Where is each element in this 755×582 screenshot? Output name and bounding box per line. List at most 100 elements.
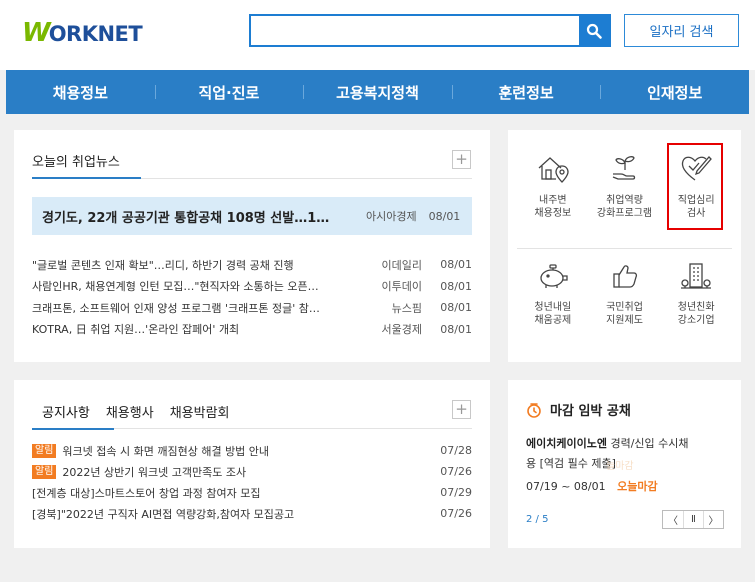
quick-menu-psych-test[interactable]: 직업심리 검사 [660,142,732,248]
news-source: 이투데이 [381,280,422,294]
tab-recruit-events[interactable]: 채용행사 [106,402,154,421]
search-button[interactable] [579,16,609,45]
news-date: 08/01 [440,279,472,293]
headline-source: 아시아경제 [366,210,417,223]
nav-item-jobs[interactable]: 채용정보 [6,82,155,103]
search-input[interactable] [251,16,581,45]
news-source: 이데일리 [381,258,422,272]
site-header: W ORKNET 일자리 검색 [0,0,755,70]
news-source: 서울경제 [381,323,422,337]
next-button[interactable]: 〉 [703,511,723,528]
heart-check-pencil-icon [682,156,713,181]
quick-menu-label: 청년내일 채움공제 [534,302,572,326]
deadline-page-indicator: 2 / 5 [526,514,549,525]
deadline-status: 오늘마감 [617,480,658,493]
notice-panel: 공지사항 채용행사 채용박람회 + 알림 워크넷 접속 시 화면 깨짐현상 해결… [14,380,490,548]
notice-title: 2022년 상반기 워크넷 고객만족도 조사 [62,465,247,479]
worknet-logo[interactable]: W ORKNET [22,18,143,48]
building-icon [681,263,712,289]
deadline-dates: 07/19 ~ 08/01 [526,480,606,493]
quick-menu-grid: 내주변 채용정보 취업역량 강화프로그램 직업심리 검사 청년내일 채움공제 국… [517,142,732,354]
news-list: "글로벌 콘텐츠 인재 확보"…리디, 하반기 경력 공채 진행 이데일리 08… [32,254,472,340]
news-title: "글로벌 콘텐츠 인재 확보"…리디, 하반기 경력 공채 진행 [32,258,294,272]
sprout-hand-icon [612,156,635,180]
nav-item-welfare[interactable]: 고용복지정책 [303,82,452,103]
quick-menu-row: 내주변 채용정보 취업역량 강화프로그램 직업심리 검사 [517,142,732,248]
notice-title: [경북]"2022년 구직자 AI면접 역량강화,참여자 모집공고 [32,507,295,521]
notice-title: [전계층 대상]스마트스토어 창업 과정 참여자 모집 [32,486,261,500]
deadline-header: 마감 임박 공채 [526,400,631,419]
active-tab-underline [32,428,114,430]
deadline-desc-2: 용 [역검 필수 제출] [526,457,616,470]
notice-list: 알림 워크넷 접속 시 화면 깨짐현상 해결 방법 안내 07/28 알림 20… [32,440,472,524]
list-item[interactable]: 알림 2022년 상반기 워크넷 고객만족도 조사 07/26 [32,461,472,482]
list-item[interactable]: [전계층 대상]스마트스토어 창업 과정 참여자 모집 07/29 [32,482,472,503]
notice-badge: 알림 [32,464,57,479]
news-panel: 오늘의 취업뉴스 + 경기도, 22개 공공기관 통합공채 108명 선발…1…… [14,130,490,362]
tab-notice[interactable]: 공지사항 [42,402,90,421]
notice-date: 07/28 [440,444,472,457]
list-item[interactable]: 사람인HR, 채용연계형 인턴 모집…"현직자와 소통하는 오픈… 이투데이 0… [32,276,472,298]
deadline-desc-1: 경력/신입 수시채 [610,437,689,450]
quick-menu-row: 청년내일 채움공제 국민취업 지원제도 청년친화 강소기업 [517,248,732,354]
search-box [249,14,611,47]
quick-menu-label: 국민취업 지원제도 [606,302,643,326]
news-date: 08/01 [440,258,472,272]
news-date: 08/01 [440,322,472,336]
quick-menu-label: 직업심리 검사 [677,195,715,219]
deadline-ghost-text: 늘마감 [606,461,634,472]
news-title: 사람인HR, 채용연계형 인턴 모집…"현직자와 소통하는 오픈… [32,280,319,294]
quick-menu-label: 내주변 채용정보 [534,195,572,219]
list-item[interactable]: KOTRA, 日 취업 지원…'온라인 잡페어' 개최 서울경제 08/01 [32,319,472,341]
news-more-button[interactable]: + [452,150,471,169]
news-title: KOTRA, 日 취업 지원…'온라인 잡페어' 개최 [32,323,240,337]
tab-job-fairs[interactable]: 채용박람회 [170,402,230,421]
nav-item-career[interactable]: 직업·진로 [154,82,304,103]
quick-menu-capacity-program[interactable]: 취업역량 강화프로그램 [589,142,661,248]
notice-tabs: 공지사항 채용행사 채용박람회 [42,402,230,421]
quick-menu-label: 청년친화 강소기업 [677,302,715,326]
deadline-title: 마감 임박 공채 [550,404,631,419]
notice-date: 07/26 [440,465,472,478]
logo-text: ORKNET [48,22,143,46]
notice-title: 워크넷 접속 시 화면 깨짐현상 해결 방법 안내 [62,444,270,458]
notice-date: 07/26 [440,507,472,520]
quick-menu-national-employment[interactable]: 국민취업 지원제도 [589,249,661,354]
notice-date: 07/29 [440,486,472,499]
news-source: 뉴스핌 [391,301,422,315]
list-item[interactable]: 크래프톤, 소프트웨어 인재 양성 프로그램 '크래프톤 정글' 참… 뉴스핌 … [32,297,472,319]
clock-icon [527,402,541,418]
search-icon [586,23,602,39]
quick-menu-youth-friendly-company[interactable]: 청년친화 강소기업 [660,249,732,354]
thumbs-up-icon [612,265,637,288]
main-nav: 채용정보 직업·진로 고용복지정책 훈련정보 인재정보 [6,70,749,114]
pause-button[interactable]: Ⅱ [683,511,703,528]
list-item[interactable]: "글로벌 콘텐츠 인재 확보"…리디, 하반기 경력 공채 진행 이데일리 08… [32,254,472,276]
house-location-icon [538,157,569,183]
quick-menu-youth-savings[interactable]: 청년내일 채움공제 [517,249,589,354]
piggy-bank-icon [540,264,568,288]
deadline-period: 07/19 ~ 08/01 오늘마감 [526,478,658,494]
nav-item-training[interactable]: 훈련정보 [451,82,601,103]
prev-button[interactable]: 〈 [663,511,683,528]
deadline-carousel-controls: 〈 Ⅱ 〉 [662,510,724,529]
list-item[interactable]: [경북]"2022년 구직자 AI면접 역량강화,참여자 모집공고 07/26 [32,503,472,524]
news-date: 08/01 [440,301,472,315]
nav-item-talent[interactable]: 인재정보 [600,82,749,103]
notice-more-button[interactable]: + [452,400,471,419]
headline-date: 08/01 [428,209,461,223]
logo-w: W [22,18,51,48]
quick-menu-label: 취업역량 강화프로그램 [596,195,653,219]
deadline-panel: 마감 임박 공채 에이치케이이노엔 경력/신입 수시채 용 [역검 필수 제출]… [508,380,741,548]
news-headline[interactable]: 경기도, 22개 공공기관 통합공채 108명 선발…1… 아시아경제 08/0… [32,197,472,235]
headline-title: 경기도, 22개 공공기관 통합공채 108명 선발…1… [42,210,330,226]
list-item[interactable]: 알림 워크넷 접속 시 화면 깨짐현상 해결 방법 안내 07/28 [32,440,472,461]
job-search-button[interactable]: 일자리 검색 [624,14,739,47]
notice-badge: 알림 [32,443,57,458]
deadline-company: 에이치케이이노엔 [526,437,607,450]
quick-menu-nearby-jobs[interactable]: 내주변 채용정보 [517,142,589,248]
active-tab-underline [32,177,141,179]
news-title: 크래프톤, 소프트웨어 인재 양성 프로그램 '크래프톤 정글' 참… [32,301,320,315]
quick-menu-panel: 내주변 채용정보 취업역량 강화프로그램 직업심리 검사 청년내일 채움공제 국… [508,130,741,362]
news-tab-title[interactable]: 오늘의 취업뉴스 [32,151,120,170]
